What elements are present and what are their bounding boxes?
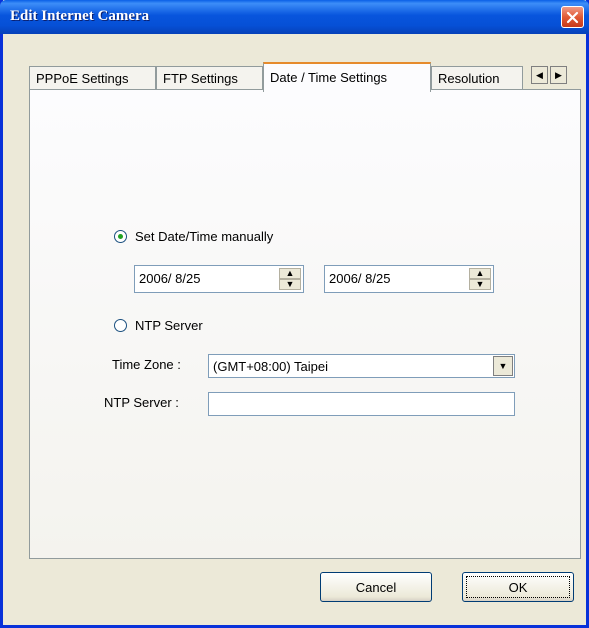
date-spinner-2[interactable]: ▲ ▼ xyxy=(469,268,491,290)
left-arrow-icon: ◀ xyxy=(536,69,543,80)
tab-ftp-settings[interactable]: FTP Settings xyxy=(156,66,263,90)
date-picker-2[interactable]: 2006/ 8/25 ▲ ▼ xyxy=(324,265,494,293)
time-zone-label: Time Zone : xyxy=(112,357,181,372)
set-manually-radio[interactable] xyxy=(114,230,127,243)
tab-scroll-right-button[interactable]: ▶ xyxy=(550,66,567,84)
tab-strip: PPPoE Settings FTP Settings Date / Time … xyxy=(29,62,589,92)
tab-label: Date / Time Settings xyxy=(270,70,388,85)
spin-down-icon[interactable]: ▼ xyxy=(279,279,301,290)
spin-up-icon[interactable]: ▲ xyxy=(469,268,491,279)
ok-button[interactable]: OK xyxy=(462,572,574,602)
tab-pppoe-settings[interactable]: PPPoE Settings xyxy=(29,66,156,90)
dialog-window: Edit Internet Camera PPPoE Settings FTP … xyxy=(0,0,589,628)
spin-up-icon[interactable]: ▲ xyxy=(279,268,301,279)
ntp-server-input[interactable] xyxy=(208,392,515,416)
set-manually-label: Set Date/Time manually xyxy=(135,229,274,244)
ntp-server-option-label: NTP Server xyxy=(135,318,203,333)
spin-down-icon[interactable]: ▼ xyxy=(469,279,491,290)
cancel-button[interactable]: Cancel xyxy=(320,572,432,602)
right-arrow-icon: ▶ xyxy=(555,69,562,80)
time-zone-dropdown-button[interactable]: ▼ xyxy=(493,356,513,376)
set-manually-option[interactable]: Set Date/Time manually xyxy=(114,229,273,244)
date-spinner-1[interactable]: ▲ ▼ xyxy=(279,268,301,290)
tab-resolution[interactable]: Resolution xyxy=(431,66,523,90)
tab-panel-date-time: Set Date/Time manually 2006/ 8/25 ▲ ▼ 20… xyxy=(29,89,581,559)
tab-label: FTP Settings xyxy=(163,71,238,86)
tab-label: PPPoE Settings xyxy=(36,71,129,86)
ntp-server-radio[interactable] xyxy=(114,319,127,332)
tab-date-time-settings[interactable]: Date / Time Settings xyxy=(263,62,431,92)
tab-scroll-left-button[interactable]: ◀ xyxy=(531,66,548,84)
time-zone-value: (GMT+08:00) Taipei xyxy=(213,359,329,374)
date-value-2: 2006/ 8/25 xyxy=(329,271,391,286)
time-zone-select[interactable]: (GMT+08:00) Taipei ▼ xyxy=(208,354,515,378)
date-value-1: 2006/ 8/25 xyxy=(139,271,201,286)
window-title: Edit Internet Camera xyxy=(10,8,150,24)
chevron-down-icon: ▼ xyxy=(498,361,508,371)
date-picker-1[interactable]: 2006/ 8/25 ▲ ▼ xyxy=(134,265,304,293)
ntp-server-option[interactable]: NTP Server xyxy=(114,318,203,333)
close-icon xyxy=(566,11,579,23)
tab-label: Resolution xyxy=(438,71,500,86)
close-button[interactable] xyxy=(561,6,584,28)
ntp-server-label: NTP Server : xyxy=(104,395,179,410)
title-bar[interactable]: Edit Internet Camera xyxy=(0,0,589,34)
